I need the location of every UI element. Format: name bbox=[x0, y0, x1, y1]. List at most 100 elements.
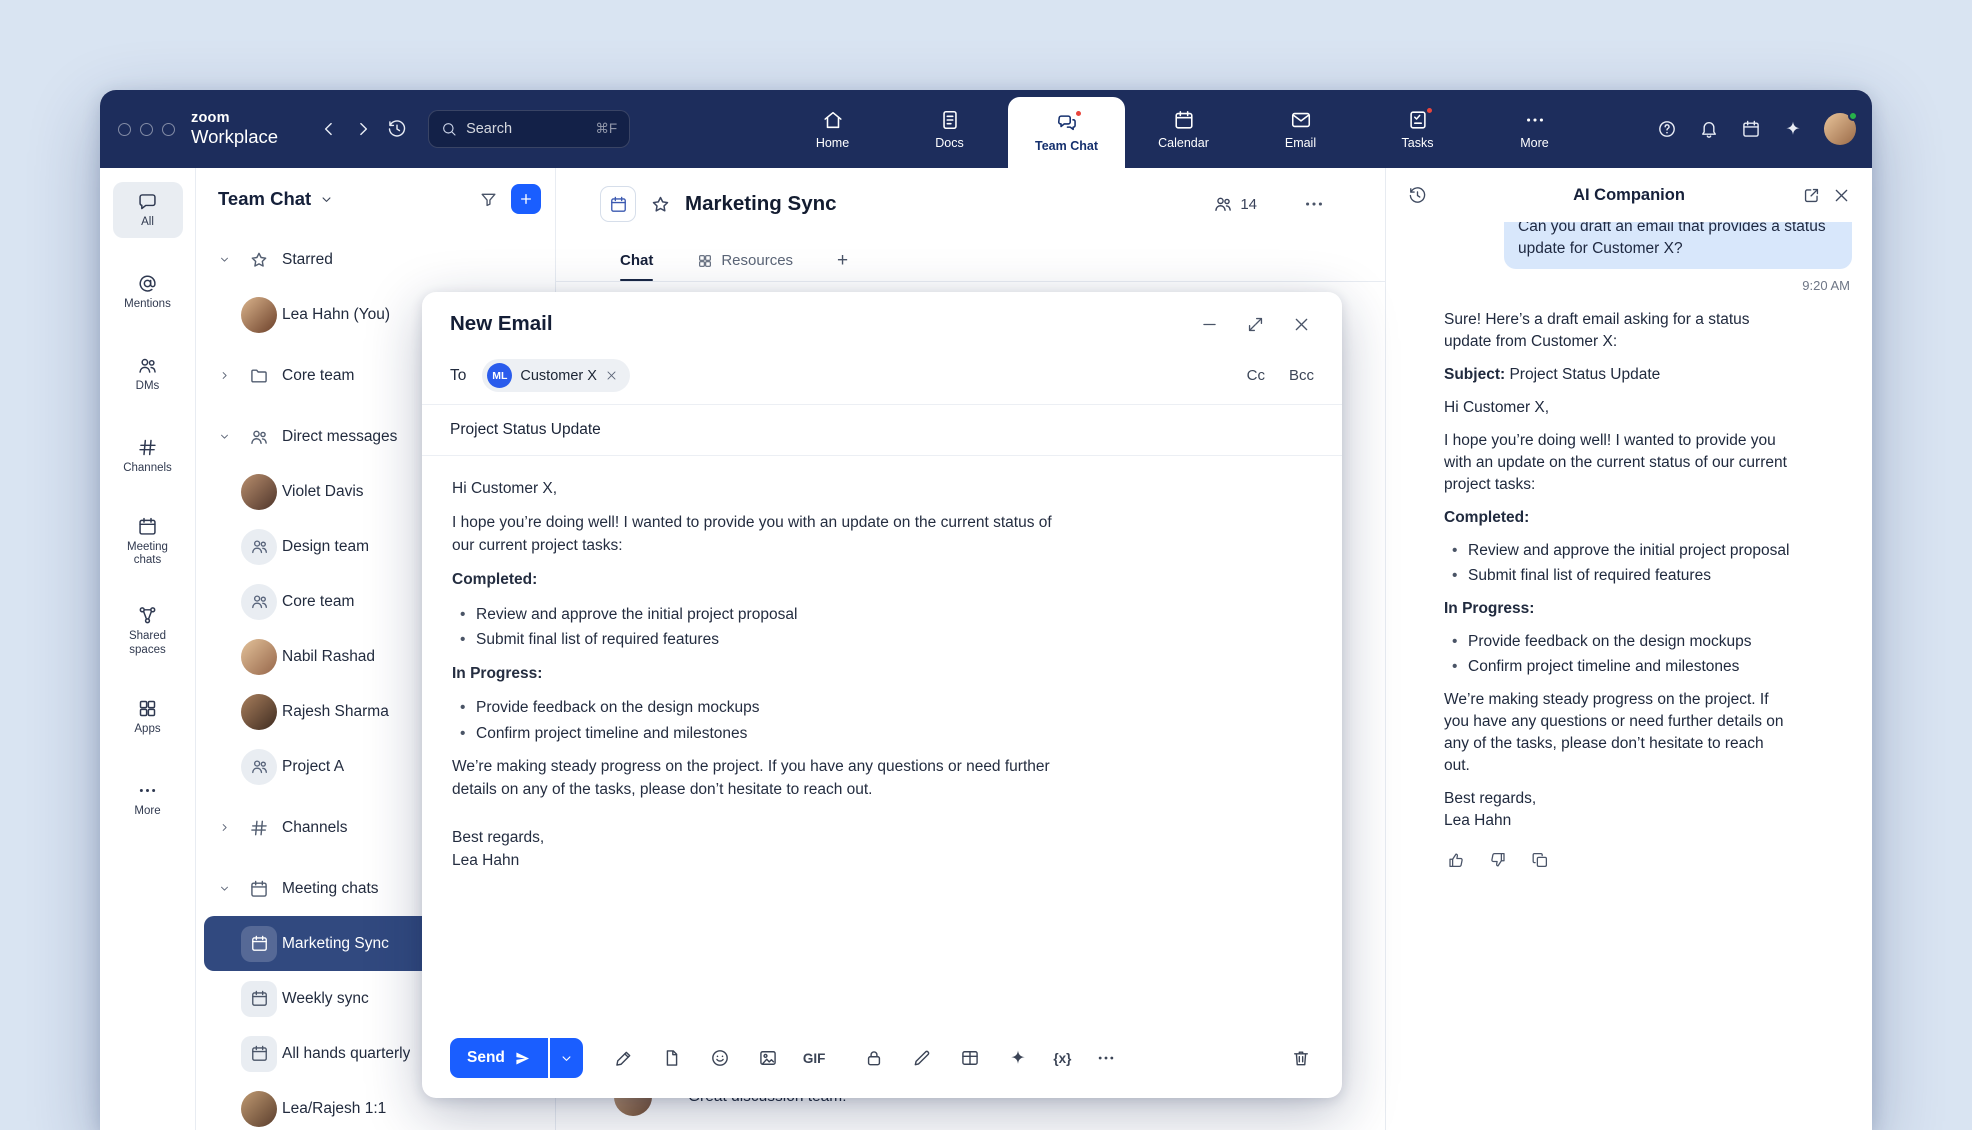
rail-label: Meeting chats bbox=[115, 541, 181, 567]
history-navigation bbox=[312, 111, 414, 147]
list-item: Provide feedback on the design mockups bbox=[460, 697, 1052, 719]
modal-title: New Email bbox=[450, 312, 553, 336]
open-in-new-window-icon[interactable] bbox=[1796, 180, 1826, 210]
new-email-modal: New Email To ML Customer X Cc Bcc Projec… bbox=[422, 292, 1342, 1098]
meeting-chats-calendar-icon bbox=[137, 516, 158, 537]
nav-label: Team Chat bbox=[1035, 139, 1098, 153]
channel-more-icon[interactable] bbox=[1299, 189, 1329, 219]
filter-icon[interactable] bbox=[473, 184, 503, 214]
section-starred[interactable]: Starred bbox=[204, 232, 547, 287]
nav-email[interactable]: Email bbox=[1242, 90, 1359, 168]
close-icon[interactable] bbox=[1286, 309, 1316, 339]
nav-label: More bbox=[1520, 136, 1548, 150]
discard-trash-icon[interactable] bbox=[1288, 1045, 1314, 1071]
forward-button[interactable] bbox=[346, 111, 380, 147]
rail-item-apps[interactable]: Apps bbox=[113, 689, 183, 745]
ai-compose-sparkle-icon[interactable] bbox=[1005, 1045, 1031, 1071]
zoom-workplace-logo: zoom Workplace bbox=[191, 111, 278, 147]
help-icon[interactable] bbox=[1650, 111, 1684, 147]
nav-docs[interactable]: Docs bbox=[891, 90, 1008, 168]
rail-item-meeting-chats[interactable]: Meeting chats bbox=[113, 510, 183, 573]
chat-list-header: Team Chat bbox=[196, 168, 555, 224]
cc-bcc-toggles: Cc Bcc bbox=[1247, 367, 1314, 384]
modal-window-controls bbox=[1194, 309, 1316, 339]
cc-button[interactable]: Cc bbox=[1247, 367, 1265, 384]
tab-resources[interactable]: Resources bbox=[697, 240, 793, 281]
user-message-bubble: Can you draft an email that provides a s… bbox=[1504, 222, 1852, 269]
new-chat-button[interactable] bbox=[511, 184, 541, 214]
favorite-star-icon[interactable] bbox=[650, 194, 671, 215]
ai-history-icon[interactable] bbox=[1402, 180, 1432, 210]
recipient-chip[interactable]: ML Customer X bbox=[482, 359, 630, 392]
members-people-icon bbox=[1213, 194, 1233, 214]
encryption-lock-icon[interactable] bbox=[861, 1045, 887, 1071]
emoji-icon[interactable] bbox=[707, 1045, 733, 1071]
member-count[interactable]: 14 bbox=[1213, 194, 1257, 214]
user-avatar[interactable] bbox=[1824, 113, 1856, 145]
meeting-chat-badge-icon bbox=[600, 186, 636, 222]
star-icon bbox=[236, 250, 282, 270]
rail-item-all[interactable]: All bbox=[113, 182, 183, 238]
nav-more[interactable]: More bbox=[1476, 90, 1593, 168]
rail-item-more[interactable]: More bbox=[113, 771, 183, 827]
back-button[interactable] bbox=[312, 111, 346, 147]
email-icon bbox=[1290, 109, 1312, 131]
recipients-field[interactable]: To ML Customer X Cc Bcc bbox=[422, 351, 1342, 405]
minimize-icon[interactable] bbox=[1194, 309, 1224, 339]
variables-icon[interactable]: {x} bbox=[1053, 1051, 1071, 1066]
template-page-icon[interactable] bbox=[659, 1045, 685, 1071]
calendar-icon bbox=[1173, 109, 1195, 131]
nav-calendar[interactable]: Calendar bbox=[1125, 90, 1242, 168]
insert-image-icon[interactable] bbox=[755, 1045, 781, 1071]
rail-item-mentions[interactable]: Mentions bbox=[113, 264, 183, 320]
more-options-icon[interactable] bbox=[1093, 1045, 1119, 1071]
close-icon[interactable] bbox=[1826, 180, 1856, 210]
thumbs-up-icon[interactable] bbox=[1444, 848, 1468, 872]
zoom-workplace-window: zoom Workplace Search ⌘F Home Docs Te bbox=[100, 90, 1872, 1130]
ai-companion-sparkle-icon[interactable] bbox=[1776, 111, 1810, 147]
list-item: Confirm project timeline and milestones bbox=[460, 723, 1052, 745]
group-avatar-icon bbox=[241, 749, 277, 785]
add-tab-button[interactable]: + bbox=[837, 240, 848, 281]
send-button[interactable]: Send bbox=[450, 1038, 548, 1078]
subject-field[interactable]: Project Status Update bbox=[422, 405, 1342, 456]
rail-item-shared-spaces[interactable]: Shared spaces bbox=[113, 599, 183, 662]
tab-chat[interactable]: Chat bbox=[620, 240, 653, 281]
rail-label: Channels bbox=[123, 462, 172, 475]
resources-icon bbox=[697, 253, 713, 269]
rail-label: Mentions bbox=[124, 298, 171, 311]
window-zoom-button[interactable] bbox=[162, 123, 175, 136]
nav-tasks[interactable]: Tasks bbox=[1359, 90, 1476, 168]
layout-table-icon[interactable] bbox=[957, 1045, 983, 1071]
schedule-calendar-icon[interactable] bbox=[1734, 111, 1768, 147]
search-icon bbox=[441, 121, 457, 137]
rail-label: Shared spaces bbox=[115, 630, 181, 656]
thumbs-down-icon[interactable] bbox=[1486, 848, 1510, 872]
window-close-button[interactable] bbox=[118, 123, 131, 136]
notifications-bell-icon[interactable] bbox=[1692, 111, 1726, 147]
gif-icon[interactable]: GIF bbox=[803, 1051, 826, 1066]
more-icon bbox=[1524, 109, 1546, 131]
rail-item-channels[interactable]: Channels bbox=[113, 428, 183, 484]
nav-team-chat[interactable]: Team Chat bbox=[1008, 97, 1125, 168]
rail-item-dms[interactable]: DMs bbox=[113, 346, 183, 402]
send-options-chevron-icon[interactable] bbox=[550, 1038, 583, 1078]
recipient-name: Customer X bbox=[520, 368, 597, 384]
bcc-button[interactable]: Bcc bbox=[1289, 367, 1314, 384]
all-chats-icon bbox=[137, 191, 158, 212]
search-input[interactable]: Search ⌘F bbox=[428, 110, 630, 148]
remove-recipient-icon[interactable] bbox=[605, 369, 618, 382]
nav-home[interactable]: Home bbox=[774, 90, 891, 168]
to-label: To bbox=[450, 367, 466, 385]
history-icon[interactable] bbox=[380, 111, 414, 147]
copy-icon[interactable] bbox=[1528, 848, 1552, 872]
expand-icon[interactable] bbox=[1240, 309, 1270, 339]
window-minimize-button[interactable] bbox=[140, 123, 153, 136]
nav-label: Docs bbox=[935, 136, 963, 150]
email-body-editor[interactable]: Hi Customer X, I hope you’re doing well!… bbox=[422, 456, 1342, 1024]
nav-label: Tasks bbox=[1402, 136, 1434, 150]
edit-pencil-icon[interactable] bbox=[909, 1045, 935, 1071]
shared-spaces-icon bbox=[137, 605, 158, 626]
chevron-down-icon[interactable] bbox=[319, 192, 334, 207]
signature-pen-icon[interactable] bbox=[611, 1045, 637, 1071]
